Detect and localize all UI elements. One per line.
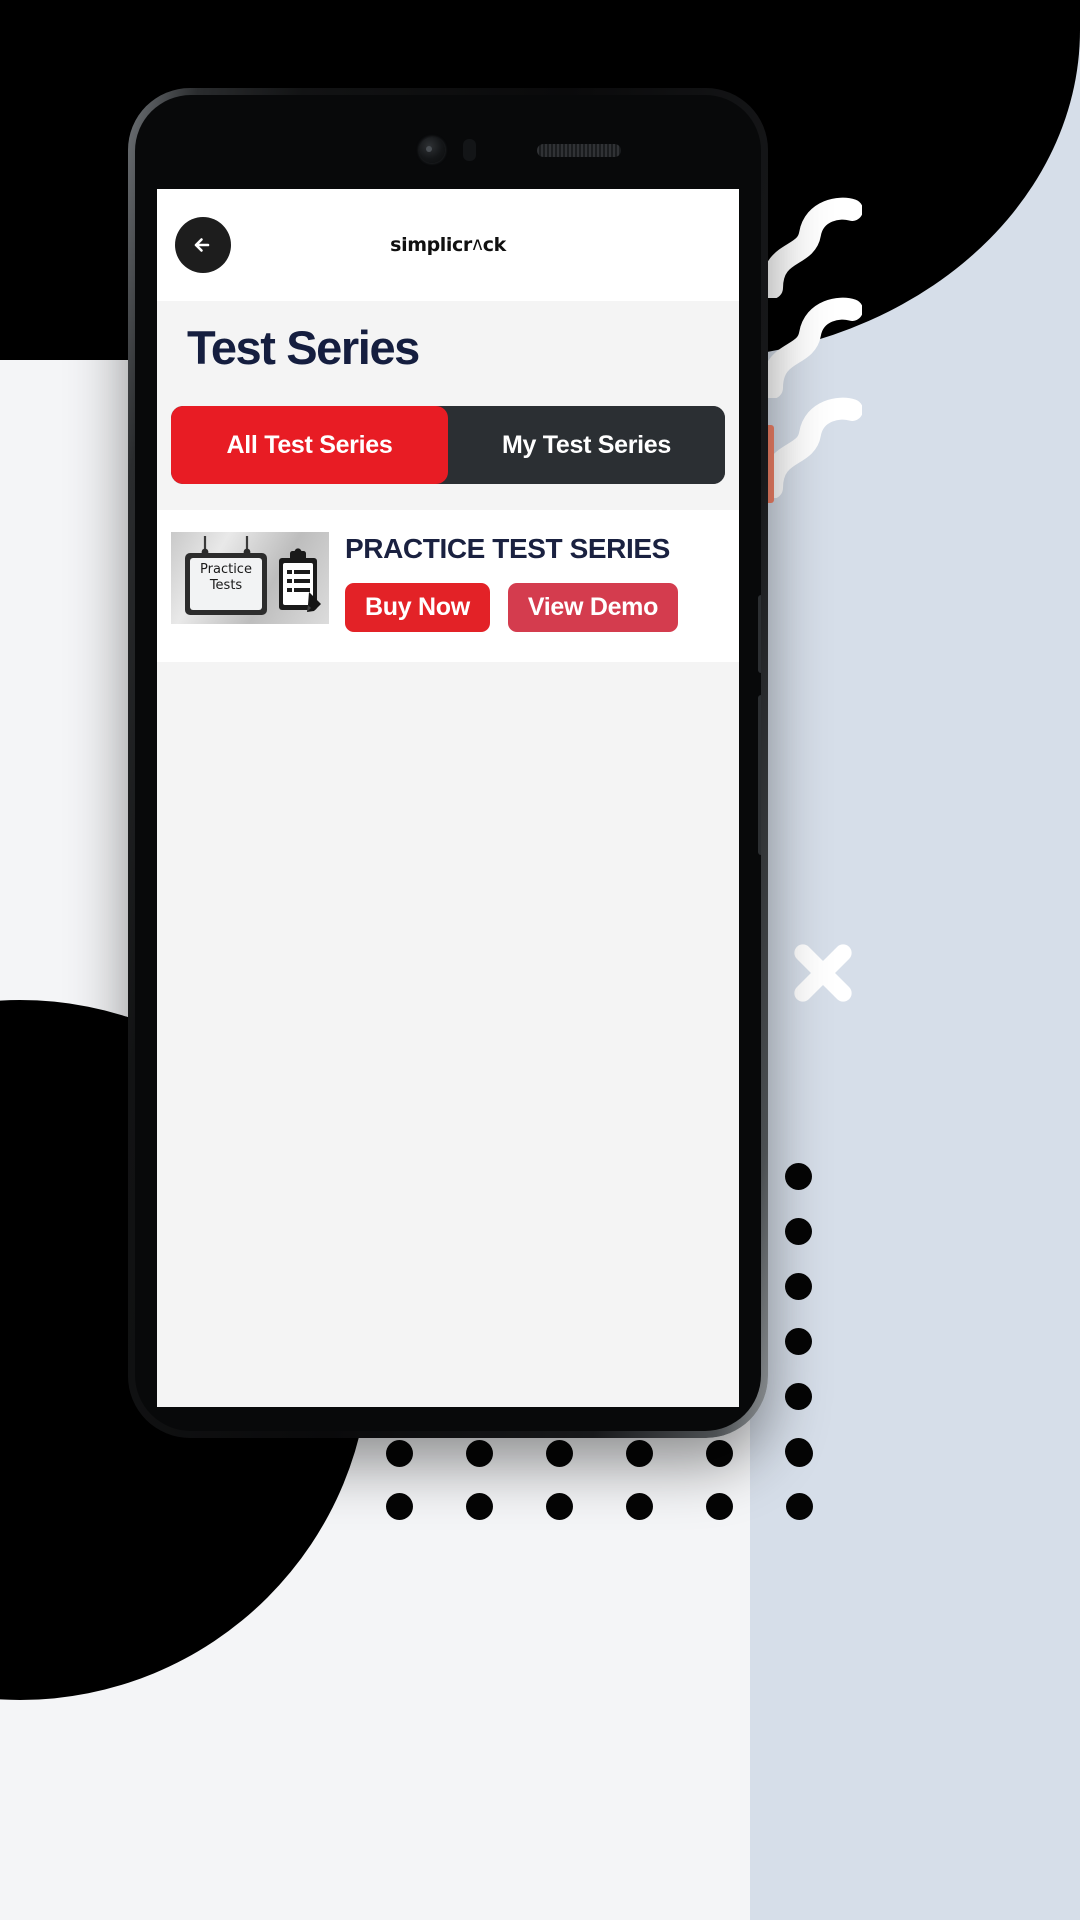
view-demo-button[interactable]: View Demo bbox=[507, 583, 679, 633]
page-title: Test Series bbox=[187, 321, 420, 374]
squiggle-decoration-1 bbox=[762, 188, 862, 298]
card-title: PRACTICE TEST SERIES bbox=[345, 533, 670, 565]
dot-decoration bbox=[466, 1493, 493, 1520]
dot-decoration bbox=[626, 1440, 653, 1467]
tab-bar: All Test Series My Test Series bbox=[171, 406, 725, 485]
dot-decoration bbox=[386, 1493, 413, 1520]
dot-decoration bbox=[546, 1493, 573, 1520]
dot-decoration bbox=[466, 1440, 493, 1467]
tabs-spacer bbox=[157, 484, 739, 511]
card-body: PRACTICE TEST SERIES Buy Now View Demo bbox=[345, 532, 725, 633]
tab-my-test-series[interactable]: My Test Series bbox=[448, 406, 725, 485]
tab-my-test-series-label: My Test Series bbox=[501, 430, 672, 459]
squiggle-decoration-3 bbox=[762, 388, 862, 498]
tab-all-test-series[interactable]: All Test Series bbox=[171, 406, 448, 485]
thumbnail-sign-line1: Practice bbox=[200, 562, 252, 578]
dot-decoration bbox=[786, 1440, 813, 1467]
test-series-card[interactable]: Practice Tests PRACTICE TEST SERIES Buy … bbox=[157, 510, 739, 663]
power-button[interactable] bbox=[758, 595, 761, 673]
app-bar: simplicrʌck bbox=[157, 189, 739, 301]
brand-logo: simplicrʌck bbox=[157, 233, 739, 256]
dot-decoration bbox=[785, 1328, 812, 1355]
dot-decoration bbox=[546, 1440, 573, 1467]
card-actions: Buy Now View Demo bbox=[345, 583, 725, 633]
arrow-left-icon bbox=[194, 238, 210, 252]
earpiece-speaker-icon bbox=[537, 144, 621, 157]
dot-decoration bbox=[785, 1163, 812, 1190]
brand-chevron-icon: ʌ bbox=[472, 233, 483, 255]
thumbnail-sign-line2: Tests bbox=[209, 578, 243, 594]
brand-prefix: simplicr bbox=[390, 234, 472, 256]
dot-decoration bbox=[785, 1218, 812, 1245]
squiggle-decoration-2 bbox=[762, 288, 862, 398]
header-section: Test Series All Test Series My Test Seri… bbox=[157, 301, 739, 485]
screenshot-stage: simplicrʌck Test Series All Test Series … bbox=[0, 0, 1080, 1920]
dot-decoration bbox=[785, 1273, 812, 1300]
buy-now-button[interactable]: Buy Now bbox=[345, 583, 490, 633]
dot-decoration bbox=[706, 1493, 733, 1520]
dot-decoration bbox=[386, 1440, 413, 1467]
front-camera-icon bbox=[419, 137, 445, 163]
volume-button[interactable] bbox=[758, 695, 761, 855]
dot-decoration bbox=[786, 1493, 813, 1520]
dot-decoration bbox=[785, 1383, 812, 1410]
practice-tests-thumbnail: Practice Tests bbox=[171, 532, 329, 625]
phone-device-frame: simplicrʌck Test Series All Test Series … bbox=[128, 88, 768, 1438]
dot-decoration bbox=[626, 1493, 653, 1520]
proximity-sensor-icon bbox=[463, 139, 476, 161]
dot-decoration bbox=[706, 1440, 733, 1467]
back-button[interactable] bbox=[175, 217, 231, 273]
brand-suffix: ck bbox=[482, 234, 507, 256]
tab-all-test-series-label: All Test Series bbox=[226, 430, 393, 459]
x-decoration-icon bbox=[785, 935, 861, 1011]
app-screen: simplicrʌck Test Series All Test Series … bbox=[157, 189, 739, 1407]
